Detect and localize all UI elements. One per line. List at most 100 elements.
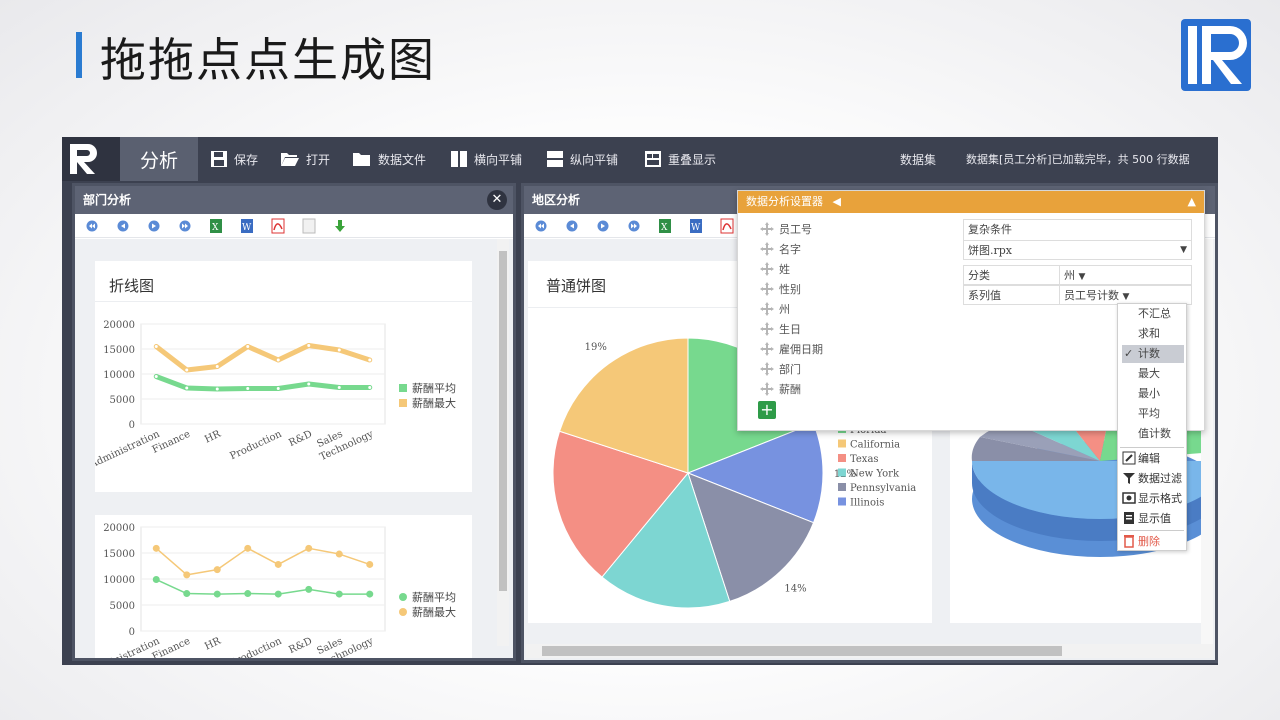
export-text-icon[interactable] [300,217,318,235]
field-item[interactable]: 员工号 [760,221,812,237]
scrollbar-thumb[interactable] [499,251,507,591]
edit-menu-item[interactable]: 编辑 [1122,449,1160,467]
data-point [366,590,374,598]
export-pdf-icon[interactable] [269,217,287,235]
app-logo [62,137,120,181]
data-point [305,585,313,593]
agg-option-value-count[interactable]: 值计数 [1122,425,1184,443]
legend-swatch [399,593,407,601]
line-chart-card-2: 0 5000 10000 15000 20000 薪酬平均 薪酬最大 Administrati… [95,515,472,658]
last-page-icon[interactable] [176,217,194,235]
data-file-button[interactable]: 数据文件 [352,137,426,181]
menu-divider [1120,530,1184,531]
data-point [367,385,373,390]
analyze-tab[interactable]: 分析 [120,137,198,181]
legend-swatch [838,483,846,491]
category-label: 分类 [963,265,1060,285]
delete-label: 删除 [1138,535,1160,548]
export-word-icon[interactable]: W [238,217,256,235]
y-tick-label: 5000 [110,395,135,406]
first-page-icon[interactable] [83,217,101,235]
prev-page-icon[interactable] [563,217,581,235]
save-button[interactable]: 保存 [210,137,258,181]
x-tick-label: HR [203,636,223,653]
field-item[interactable]: 薪酬 [760,381,801,397]
category-select[interactable]: 州 ▼ [1059,265,1192,285]
field-item[interactable]: 部门 [760,361,801,377]
add-field-button[interactable]: + [758,401,776,419]
download-icon[interactable] [331,217,349,235]
field-item[interactable]: 名字 [760,241,801,257]
series-label: 系列值 [963,285,1060,305]
field-item[interactable]: 生日 [760,321,801,337]
agg-option-max[interactable]: 最大 [1122,365,1184,383]
next-page-icon[interactable] [145,217,163,235]
next-page-icon[interactable] [594,217,612,235]
agg-option-none[interactable]: 不汇总 [1122,305,1184,323]
complex-condition-field[interactable]: 复杂条件 [963,219,1192,241]
delete-icon [1124,535,1134,548]
save-icon [211,151,227,167]
hscroll-thumb[interactable] [542,646,1062,656]
app-logo-icon [70,144,97,174]
settings-header: 数据分析设置器 ◀ ▲ [738,191,1204,213]
legend-swatch [838,439,846,448]
data-point [335,550,343,558]
field-item[interactable]: 姓 [760,261,790,277]
cascade-button[interactable]: 重叠显示 [644,137,716,181]
save-label: 保存 [234,152,259,167]
tile-horizontal-button[interactable]: 横向平铺 [450,137,522,181]
data-point [213,566,221,574]
series-select[interactable]: 员工号计数 ▼ [1059,285,1192,305]
line-chart-card: 折线图 0 5000 10000 15000 20000 薪酬平均 薪酬最大 Administ… [95,261,472,492]
export-excel-icon[interactable]: X [207,217,225,235]
collapse-up-icon[interactable]: ▲ [1188,191,1196,213]
collapse-left-icon[interactable]: ◀ [833,195,841,208]
delete-menu-item[interactable]: 删除 [1122,532,1160,550]
data-point [183,571,191,579]
y-tick-label: 0 [129,420,135,431]
open-button[interactable]: 打开 [280,137,330,181]
close-panel-button[interactable]: ✕ [487,190,507,210]
data-point [336,347,342,353]
agg-option-avg[interactable]: 平均 [1122,405,1184,423]
y-tick-label: 15000 [103,549,135,560]
drag-handle-icon [760,222,774,236]
agg-option-count[interactable]: ✓ 计数 [1122,345,1184,363]
export-pdf-icon[interactable] [718,217,736,235]
last-page-icon[interactable] [625,217,643,235]
data-point [367,357,373,363]
drag-handle-icon [760,322,774,336]
line-chart-2: 05000100001500020000薪酬平均薪酬最大Administrati… [95,523,456,658]
field-item[interactable]: 州 [760,301,790,317]
data-point [275,357,281,363]
display-value-label: 显示值 [1138,512,1171,525]
format-label: 显示格式 [1138,492,1182,505]
data-point [153,374,159,379]
field-item-label: 员工号 [779,223,812,236]
first-page-icon[interactable] [532,217,550,235]
agg-option-min[interactable]: 最小 [1122,385,1184,403]
folder-icon [353,153,370,166]
export-word-icon[interactable]: W [687,217,705,235]
tile-vertical-button[interactable]: 纵向平铺 [546,137,618,181]
field-item[interactable]: 性别 [760,281,801,297]
x-tick-label: R&D [287,429,314,449]
file-select[interactable]: 饼图.rpx ▼ [963,240,1192,260]
vertical-scrollbar[interactable] [497,239,509,646]
legend-swatch [399,399,407,407]
field-item[interactable]: 雇佣日期 [760,341,823,357]
prev-page-icon[interactable] [114,217,132,235]
dataset-menu[interactable]: 数据集 [900,137,936,181]
display-value-menu-item[interactable]: 显示值 [1122,509,1171,527]
horizontal-scrollbar[interactable] [526,644,1213,658]
tile-vertical-label: 纵向平铺 [570,152,619,167]
format-menu-item[interactable]: 显示格式 [1122,489,1182,507]
agg-option-count-label: 计数 [1138,347,1160,360]
data-point [275,386,281,391]
agg-option-sum[interactable]: 求和 [1122,325,1184,343]
export-excel-icon[interactable]: X [656,217,674,235]
filter-menu-item[interactable]: 数据过滤 [1122,469,1182,487]
field-item-label: 名字 [779,243,801,256]
toolbar: 分析 保存 打开 数据文件 横向平铺 纵向平铺 重叠显示 数据集 数据集[员工分… [62,137,1218,181]
